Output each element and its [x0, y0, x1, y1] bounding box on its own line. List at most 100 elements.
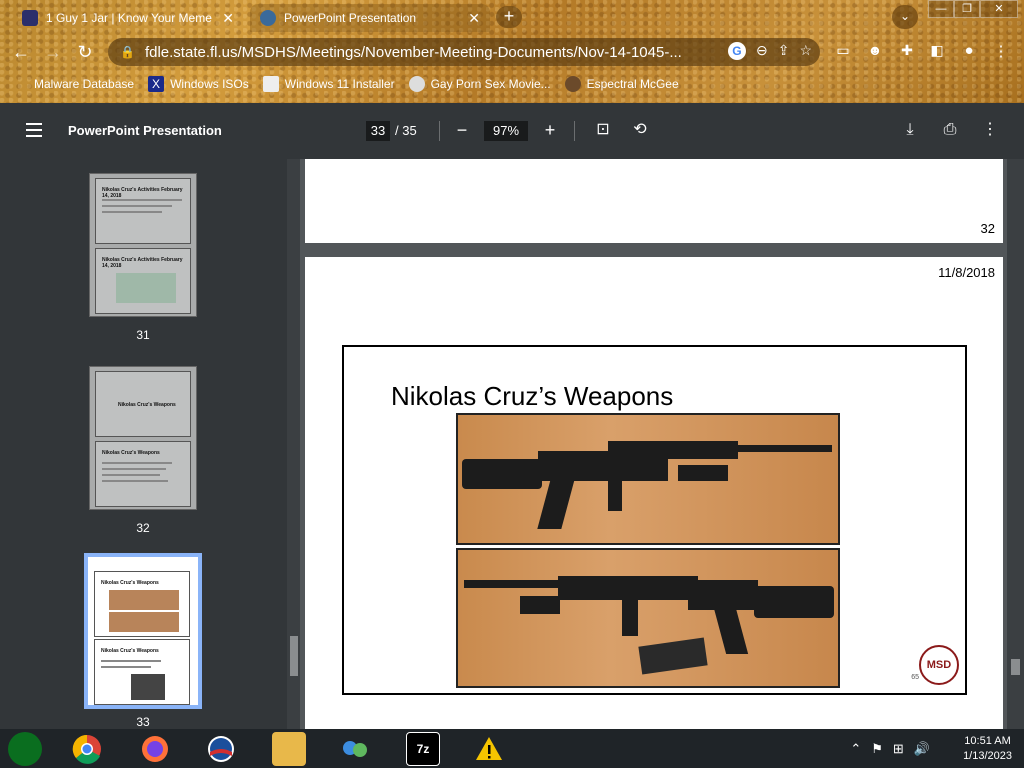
- forward-icon[interactable]: →: [42, 42, 64, 63]
- document-scroll-thumb[interactable]: [1011, 659, 1020, 675]
- thumbnail-slide-title: Nikolas Cruz's Weapons: [101, 648, 159, 654]
- volume-icon[interactable]: 🔊: [914, 741, 930, 757]
- thumbnail-slide: Nikolas Cruz's Weapons: [95, 371, 191, 437]
- flag-icon[interactable]: ⚑: [871, 741, 883, 757]
- thumbnail-slide: Nikolas Cruz's Weapons: [94, 639, 190, 705]
- reload-icon[interactable]: ↻: [74, 42, 96, 63]
- fit-page-icon[interactable]: ⊡: [591, 117, 615, 143]
- avatar-icon: [564, 76, 581, 92]
- page-date: 11/8/2018: [938, 265, 995, 280]
- slide: Nikolas Cruz’s Weapons 65 MSD: [342, 345, 967, 695]
- bookmark-label: Malware Database: [34, 77, 135, 91]
- document-title: PowerPoint Presentation: [68, 123, 222, 138]
- toolbar-divider: [439, 121, 440, 141]
- more-options-icon[interactable]: ⋮: [978, 117, 1002, 143]
- tab-knowyourmeme[interactable]: 1 Guy 1 Jar | Know Your Meme ✕: [12, 4, 244, 32]
- media-center-icon[interactable]: [8, 732, 42, 766]
- close-window-button[interactable]: ✕: [980, 0, 1018, 18]
- bookmark-windows-isos[interactable]: X Windows ISOs: [148, 76, 249, 92]
- bookmark-movie[interactable]: Gay Porn Sex Movie...: [408, 76, 551, 92]
- menu-kebab-icon[interactable]: ⋮: [990, 42, 1012, 60]
- sidepanel-icon[interactable]: ◧: [926, 42, 948, 59]
- thumbnail-sidebar: Nikolas Cruz's Activities February 14, 2…: [0, 159, 300, 729]
- image-icon: [262, 76, 279, 92]
- close-tab-icon[interactable]: ✕: [468, 10, 480, 27]
- omnibox-actions: G ⊖ ⇪ ☆: [727, 42, 812, 60]
- new-tab-button[interactable]: +: [496, 6, 522, 28]
- tab-search-button[interactable]: ⌄: [892, 5, 918, 29]
- print-icon[interactable]: ⎙: [938, 117, 962, 143]
- bookmark-malware-database[interactable]: Malware Database: [10, 76, 134, 92]
- chevron-up-icon[interactable]: ⌃: [850, 741, 861, 757]
- 7zip-icon[interactable]: 7z: [406, 732, 440, 766]
- zoom-icon[interactable]: ⊖: [756, 42, 768, 60]
- thumbnail-slide: Nikolas Cruz's Activities February 14, 2…: [95, 178, 191, 244]
- pdf-toolbar: PowerPoint Presentation 33 / 35 − 97% + …: [0, 103, 1024, 159]
- page-number-input[interactable]: 33: [366, 121, 390, 141]
- clock[interactable]: 10:51 AM 1/13/2023: [963, 734, 1012, 764]
- chrome-icon[interactable]: [70, 732, 104, 766]
- menu-icon[interactable]: [26, 123, 42, 137]
- network-icon[interactable]: [338, 732, 372, 766]
- zoom-out-icon[interactable]: −: [450, 117, 474, 143]
- close-tab-icon[interactable]: ✕: [222, 10, 234, 27]
- puzzle-icon[interactable]: ✚: [896, 42, 918, 59]
- slide-number: 65: [911, 674, 919, 681]
- chevron-down-icon: ⌄: [899, 9, 911, 23]
- extension-face-icon[interactable]: ☻: [864, 42, 886, 58]
- back-icon[interactable]: ←: [10, 42, 32, 63]
- thumbnail-slide-title: Nikolas Cruz's Weapons: [118, 402, 176, 408]
- sidebar-scrollbar[interactable]: [287, 159, 300, 729]
- thumbnail-slide: Nikolas Cruz's Weapons: [95, 441, 191, 507]
- thumbnail-page-31[interactable]: Nikolas Cruz's Activities February 14, 2…: [89, 173, 197, 317]
- tab-strip: 1 Guy 1 Jar | Know Your Meme ✕ PowerPoin…: [0, 0, 1024, 34]
- extension-flag-icon[interactable]: ▭: [832, 42, 854, 59]
- sidebar-scroll-thumb[interactable]: [290, 636, 298, 676]
- download-icon[interactable]: ⤓: [898, 117, 922, 143]
- thumbnail-label: 32: [136, 521, 150, 535]
- pdf-page-32: 32: [305, 159, 1003, 243]
- thumbnail-page-33[interactable]: Nikolas Cruz's Weapons Nikolas Cruz's We…: [84, 553, 202, 709]
- bookmark-espectral-mcgee[interactable]: Espectral McGee: [564, 76, 679, 92]
- zoom-input[interactable]: 97%: [484, 121, 528, 141]
- minimize-button[interactable]: —: [928, 0, 954, 18]
- firefox-icon[interactable]: [138, 732, 172, 766]
- page-number: 32: [980, 221, 995, 236]
- thumbnail-page-32[interactable]: Nikolas Cruz's Weapons Nikolas Cruz's We…: [89, 366, 197, 510]
- document-viewport: 32 11/8/2018 Nikolas Cruz’s Weapons 65 M…: [300, 159, 1024, 729]
- document-scrollbar[interactable]: [1007, 159, 1024, 729]
- network-status-icon[interactable]: ⊞: [893, 741, 904, 757]
- star-icon[interactable]: ☆: [799, 42, 812, 60]
- bookmark-windows-11-installer[interactable]: Windows 11 Installer: [262, 76, 395, 92]
- warning-app-icon[interactable]: [472, 732, 506, 766]
- lock-icon: 🔒: [120, 45, 135, 59]
- url-text: fdle.state.fl.us/MSDHS/Meetings/November…: [144, 43, 682, 61]
- profile-icon[interactable]: ●: [958, 42, 980, 59]
- nav-bar: ← → ↻ 🔒 fdle.state.fl.us/MSDHS/Meetings/…: [0, 36, 1024, 68]
- tab-title: PowerPoint Presentation: [284, 11, 417, 25]
- tab-title: 1 Guy 1 Jar | Know Your Meme: [46, 11, 212, 25]
- page-total: / 35: [395, 123, 417, 138]
- google-lens-icon[interactable]: G: [727, 42, 746, 60]
- thumbnail-slide-title: Nikolas Cruz's Weapons: [102, 450, 160, 456]
- thumbnail-slide: Nikolas Cruz's Weapons: [94, 571, 190, 637]
- windows-taskbar: 7z ⌃ ⚑ ⊞ 🔊 10:51 AM 1/13/2023: [0, 729, 1024, 768]
- clock-date: 1/13/2023: [963, 750, 1012, 762]
- rifle-photo-top: [456, 413, 840, 545]
- restore-button[interactable]: ❐: [954, 0, 980, 18]
- bookmark-label: Gay Porn Sex Movie...: [430, 77, 551, 91]
- tab-powerpoint[interactable]: PowerPoint Presentation ✕: [250, 4, 490, 32]
- globe-icon: [260, 10, 276, 26]
- bookmark-label: Windows ISOs: [170, 77, 249, 91]
- x-icon: X: [148, 76, 165, 92]
- thumbnail-slide-title: Nikolas Cruz's Weapons: [101, 580, 159, 586]
- file-explorer-icon[interactable]: [272, 732, 306, 766]
- rotate-icon[interactable]: ⟲: [628, 117, 652, 143]
- slide-title: Nikolas Cruz’s Weapons: [391, 381, 674, 411]
- share-icon[interactable]: ⇪: [778, 42, 790, 60]
- site-icon: [408, 76, 425, 92]
- pdf-page-33: 11/8/2018 Nikolas Cruz’s Weapons 65 MSD: [305, 257, 1003, 729]
- address-bar[interactable]: 🔒 fdle.state.fl.us/MSDHS/Meetings/Novemb…: [108, 38, 820, 66]
- obama-icon[interactable]: [204, 732, 238, 766]
- zoom-in-icon[interactable]: +: [538, 117, 562, 143]
